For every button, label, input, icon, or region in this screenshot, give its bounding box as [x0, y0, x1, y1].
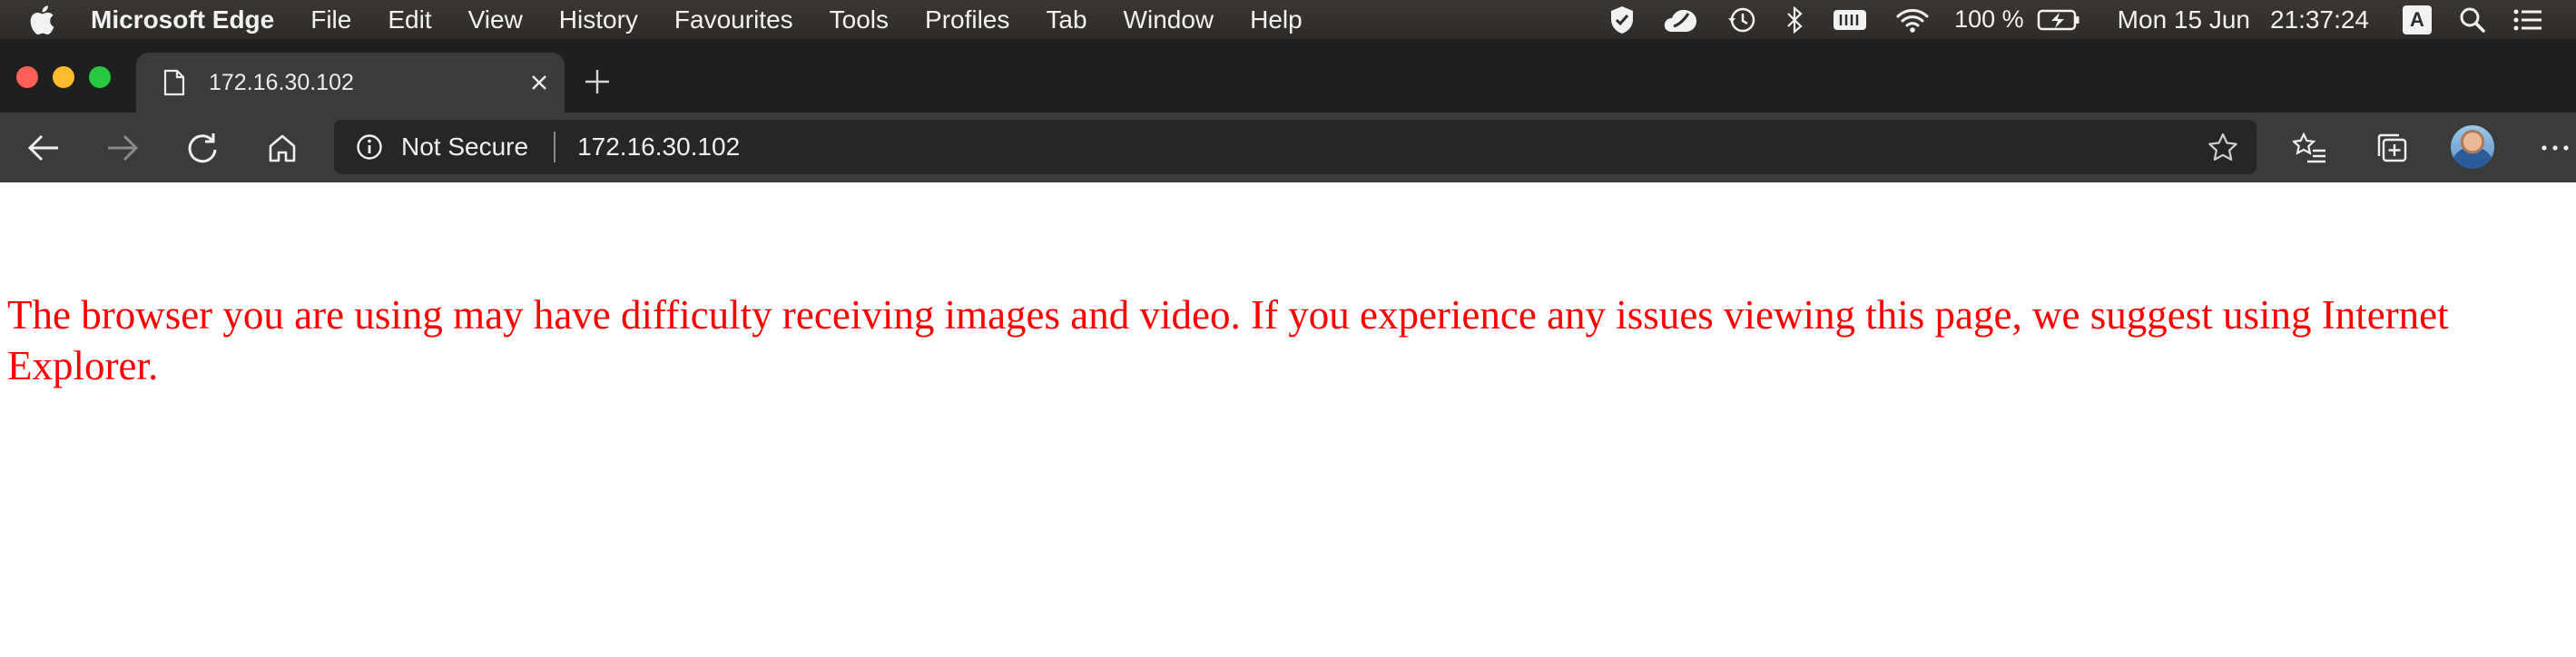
battery-strip-icon[interactable] — [1818, 0, 1882, 39]
star-icon[interactable] — [2207, 132, 2238, 162]
menu-tools[interactable]: Tools — [811, 0, 907, 39]
menubar-time[interactable]: 21:37:24 — [2270, 5, 2389, 34]
window-controls — [16, 66, 111, 88]
address-bar[interactable]: Not Secure 172.16.30.102 — [334, 120, 2256, 174]
battery-charging-icon[interactable] — [2035, 0, 2094, 39]
time-machine-icon[interactable] — [1713, 0, 1771, 39]
avatar[interactable] — [2451, 125, 2494, 169]
menu-edit[interactable]: Edit — [369, 0, 449, 39]
control-center-icon[interactable] — [2500, 0, 2556, 39]
menu-profiles[interactable]: Profiles — [907, 0, 1027, 39]
info-icon[interactable] — [356, 133, 383, 161]
menu-view[interactable]: View — [450, 0, 541, 39]
shield-check-icon[interactable] — [1595, 0, 1649, 39]
close-window-button[interactable] — [16, 66, 38, 88]
page-icon — [163, 69, 185, 96]
menu-tab[interactable]: Tab — [1027, 0, 1105, 39]
battery-percentage: 100 % — [1954, 5, 2024, 33]
favorites-icon[interactable] — [2291, 129, 2329, 167]
menu-window[interactable]: Window — [1106, 0, 1233, 39]
menubar-date[interactable]: Mon 15 Jun — [2094, 5, 2270, 34]
minimize-window-button[interactable] — [53, 66, 74, 88]
input-source-label: A — [2403, 5, 2432, 34]
browser-warning-message: The browser you are using may have diffi… — [7, 292, 2449, 388]
maximize-window-button[interactable] — [89, 66, 111, 88]
bluetooth-icon[interactable] — [1771, 0, 1818, 39]
forward-icon[interactable] — [103, 129, 142, 167]
home-icon[interactable] — [263, 129, 301, 167]
apple-menu-icon[interactable] — [29, 5, 54, 34]
back-icon[interactable] — [25, 129, 63, 167]
address-divider — [554, 132, 556, 162]
close-tab-icon[interactable] — [526, 70, 552, 95]
tab-strip: 172.16.30.102 — [0, 39, 2576, 113]
menu-favourites[interactable]: Favourites — [656, 0, 811, 39]
browser-toolbar: Not Secure 172.16.30.102 — [0, 113, 2576, 182]
search-icon[interactable] — [2445, 0, 2500, 39]
wifi-icon[interactable] — [1882, 0, 1943, 39]
new-tab-icon[interactable] — [581, 65, 614, 98]
tab-active[interactable]: 172.16.30.102 — [136, 53, 565, 113]
menu-file[interactable]: File — [292, 0, 369, 39]
cloud-sync-icon[interactable] — [1649, 0, 1713, 39]
status-tray: 100 % Mon 15 Jun 21:37:24 A — [1595, 0, 2576, 39]
collections-icon[interactable] — [2373, 129, 2411, 167]
input-source-icon[interactable]: A — [2389, 0, 2445, 39]
page-content: The browser you are using may have diffi… — [0, 182, 2576, 657]
url-text[interactable]: 172.16.30.102 — [577, 132, 740, 162]
menu-history[interactable]: History — [541, 0, 656, 39]
menu-help[interactable]: Help — [1232, 0, 1321, 39]
security-status[interactable]: Not Secure — [401, 132, 528, 162]
refresh-icon[interactable] — [183, 129, 221, 167]
menu-app-name[interactable]: Microsoft Edge — [80, 0, 292, 39]
more-icon[interactable] — [2536, 129, 2574, 167]
macos-menu-bar: Microsoft Edge File Edit View History Fa… — [0, 0, 2576, 39]
tab-title: 172.16.30.102 — [209, 69, 354, 95]
